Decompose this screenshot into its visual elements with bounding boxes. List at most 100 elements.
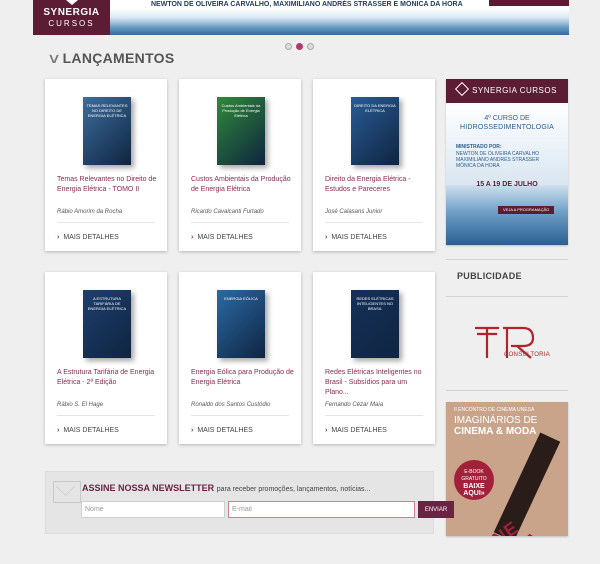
newsletter-submit-button[interactable]: ENVIAR bbox=[418, 501, 454, 518]
course-program-button[interactable]: VEJA A PROGRAMAÇÃO bbox=[498, 206, 555, 214]
card-divider bbox=[325, 415, 423, 416]
course-edition: 4º CURSO DE bbox=[484, 115, 530, 122]
badge-cta: BAIXE AQUI» bbox=[463, 483, 485, 497]
cinema-ebook-ad[interactable]: II ENCONTRO DE CINEMA UNESA IMAGINÁRIOS … bbox=[446, 402, 568, 536]
product-author: Ricardo Cavalcanti Furtado bbox=[191, 209, 264, 215]
more-details-link[interactable]: › MAIS DETALHES bbox=[57, 427, 119, 434]
more-details-label: MAIS DETALHES bbox=[63, 234, 119, 241]
product-title[interactable]: Temas Relevantes no Direito de Energia E… bbox=[57, 175, 163, 195]
product-title[interactable]: Redes Elétricas Inteligentes no Brasil -… bbox=[325, 368, 431, 398]
slider-dot-1[interactable] bbox=[285, 43, 292, 50]
card-divider bbox=[191, 415, 289, 416]
more-details-label: MAIS DETALHES bbox=[331, 234, 387, 241]
more-details-link[interactable]: › MAIS DETALHES bbox=[325, 234, 387, 241]
divider bbox=[446, 296, 568, 297]
envelope-icon bbox=[53, 481, 81, 503]
course-ad-brand: SYNERGIA CURSOS bbox=[472, 86, 557, 95]
cinema-event-name: II ENCONTRO DE CINEMA UNESA bbox=[454, 407, 535, 413]
product-author: Ronaldo dos Santos Custódio bbox=[191, 402, 271, 408]
synergia-logo-icon bbox=[454, 81, 470, 97]
newsletter-title: ASSINE NOSSA NEWSLETTER bbox=[82, 483, 215, 493]
newsletter-heading: ASSINE NOSSA NEWSLETTER para receber pro… bbox=[82, 483, 370, 493]
banner-button-edge[interactable] bbox=[489, 0, 569, 6]
product-title[interactable]: A Estrutura Tarifária de Energia Elétric… bbox=[57, 368, 163, 388]
product-card[interactable]: TEMAS RELEVANTES NO DIREITO DE ENERGIA E… bbox=[45, 79, 167, 251]
cinema-title-line-2: CINEMA & MODA bbox=[454, 426, 537, 437]
book-cover-text: REDES ELÉTRICAS INTELIGENTES NO BRASIL bbox=[356, 296, 394, 310]
book-cover-text: Custos Ambientais da Produção de Energia… bbox=[221, 103, 261, 117]
slider-dot-2[interactable] bbox=[296, 43, 303, 50]
slider-dots bbox=[285, 37, 318, 50]
section-title-text: LANÇAMENTOS bbox=[62, 50, 175, 66]
course-ad-banner[interactable]: SYNERGIA CURSOS 4º CURSO DE HIDROSSEDIME… bbox=[446, 79, 568, 245]
product-title[interactable]: Energia Eólica para Produção de Energia … bbox=[191, 368, 297, 388]
newsletter-name-input[interactable] bbox=[81, 501, 225, 518]
chevron-down-icon: ∨ bbox=[46, 50, 62, 66]
badge-line-1: E-BOOK bbox=[464, 469, 484, 475]
more-details-link[interactable]: › MAIS DETALHES bbox=[57, 234, 119, 241]
course-ad-water-image bbox=[446, 185, 568, 245]
book-cover[interactable]: Custos Ambientais da Produção de Energia… bbox=[217, 97, 265, 165]
book-cover[interactable]: REDES ELÉTRICAS INTELIGENTES NO BRASIL bbox=[351, 290, 399, 358]
chevron-right-icon: › bbox=[325, 427, 328, 434]
book-cover[interactable]: ENERGIA EÓLICA bbox=[217, 290, 265, 358]
more-details-link[interactable]: › MAIS DETALHES bbox=[191, 427, 253, 434]
chevron-right-icon: › bbox=[191, 234, 194, 241]
ebook-download-badge[interactable]: E-BOOK GRATUITO BAIXE AQUI» bbox=[454, 460, 494, 500]
logo-line-2: CURSOS bbox=[48, 19, 95, 28]
newsletter-email-input[interactable] bbox=[228, 501, 415, 518]
product-title[interactable]: Custos Ambientais da Produção de Energia… bbox=[191, 175, 297, 195]
course-name: HIDROSSEDIMENTOLOGIA bbox=[459, 124, 555, 131]
logo-notch bbox=[66, 0, 78, 5]
partner-name: CONSULTORIA bbox=[504, 352, 551, 358]
book-cover-text: ENERGIA EÓLICA bbox=[224, 296, 258, 301]
product-author: Rábio S. El Hage bbox=[57, 402, 104, 408]
course-dates: 15 A 19 DE JULHO bbox=[476, 181, 538, 188]
product-card[interactable]: ENERGIA EÓLICA Energia Eólica para Produ… bbox=[179, 272, 301, 444]
card-divider bbox=[57, 222, 155, 223]
book-cover-text: TEMAS RELEVANTES NO DIREITO DE ENERGIA E… bbox=[86, 103, 128, 117]
slider-dot-3[interactable] bbox=[307, 43, 314, 50]
divider bbox=[446, 390, 568, 391]
top-banner[interactable]: SYNERGIA CURSOS NEWTON DE OLIVEIRA CARVA… bbox=[33, 0, 569, 35]
product-card[interactable]: DIREITO DA ENERGIA ELÉTRICA Direito da E… bbox=[313, 79, 435, 251]
book-cover[interactable]: A ESTRUTURA TARIFÁRIA DE ENERGIA ELÉTRIC… bbox=[83, 290, 131, 358]
book-cover[interactable]: TEMAS RELEVANTES NO DIREITO DE ENERGIA E… bbox=[83, 97, 131, 165]
course-instructors: NEWTON DE OLIVEIRA CARVALHO MAXIMILIANO … bbox=[456, 151, 540, 169]
section-title: ∨LANÇAMENTOS bbox=[46, 50, 175, 67]
product-author: Rábio Amorim da Rocha bbox=[57, 209, 123, 215]
card-divider bbox=[191, 222, 289, 223]
card-divider bbox=[57, 415, 155, 416]
more-details-label: MAIS DETALHES bbox=[63, 427, 119, 434]
newsletter-box: ASSINE NOSSA NEWSLETTER para receber pro… bbox=[45, 471, 454, 534]
more-details-link[interactable]: › MAIS DETALHES bbox=[191, 234, 253, 241]
banner-instructors: NEWTON DE OLIVEIRA CARVALHO, MAXIMILIANO… bbox=[151, 1, 463, 8]
course-ad-header: SYNERGIA CURSOS bbox=[446, 79, 568, 103]
more-details-label: MAIS DETALHES bbox=[331, 427, 387, 434]
product-title[interactable]: Direito da Energia Elétrica - Estudos e … bbox=[325, 175, 431, 195]
course-by-label: MINISTRADO POR: bbox=[456, 144, 502, 150]
book-cover[interactable]: DIREITO DA ENERGIA ELÉTRICA bbox=[351, 97, 399, 165]
more-details-label: MAIS DETALHES bbox=[197, 427, 253, 434]
book-cover-text: A ESTRUTURA TARIFÁRIA DE ENERGIA ELÉTRIC… bbox=[87, 296, 127, 310]
chevron-right-icon: › bbox=[325, 234, 328, 241]
product-card[interactable]: REDES ELÉTRICAS INTELIGENTES NO BRASIL R… bbox=[313, 272, 435, 444]
product-card[interactable]: A ESTRUTURA TARIFÁRIA DE ENERGIA ELÉTRIC… bbox=[45, 272, 167, 444]
card-divider bbox=[325, 222, 423, 223]
divider bbox=[446, 259, 568, 260]
book-cover-text: DIREITO DA ENERGIA ELÉTRICA bbox=[354, 103, 396, 113]
chevron-right-icon: › bbox=[191, 427, 194, 434]
ads-section-title: PUBLICIDADE bbox=[457, 271, 522, 281]
banner-water-image bbox=[110, 8, 569, 35]
product-author: Fernando Cézar Maia bbox=[325, 402, 384, 408]
synergia-logo[interactable]: SYNERGIA CURSOS bbox=[33, 0, 110, 35]
cinema-title-line-1: IMAGINÁRIOS DE bbox=[454, 415, 538, 426]
logo-line-1: SYNERGIA bbox=[43, 7, 100, 18]
chevron-right-icon: › bbox=[57, 427, 60, 434]
more-details-label: MAIS DETALHES bbox=[197, 234, 253, 241]
more-details-link[interactable]: › MAIS DETALHES bbox=[325, 427, 387, 434]
badge-line-2: GRATUITO bbox=[461, 476, 487, 482]
product-author: José Calasans Junior bbox=[325, 209, 383, 215]
product-card[interactable]: Custos Ambientais da Produção de Energia… bbox=[179, 79, 301, 251]
newsletter-subtitle: para receber promoções, lançamentos, not… bbox=[216, 486, 371, 493]
